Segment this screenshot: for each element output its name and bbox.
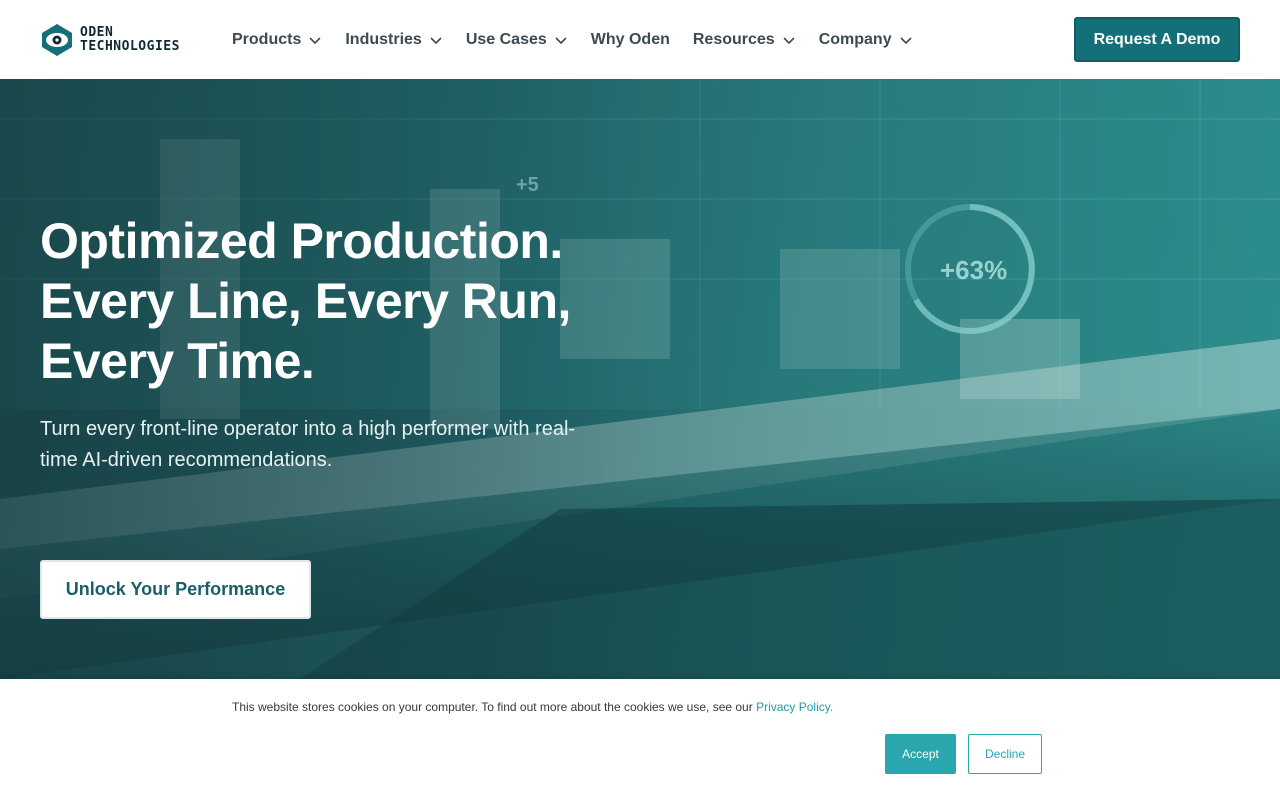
side-readout: +5 [516, 174, 539, 196]
nav-company-label: Company [818, 30, 892, 48]
oden-logo[interactable]: ODEN TECHNOLOGIES [40, 22, 200, 58]
hero-headline: Optimized Production. Every Line, Every … [40, 211, 660, 391]
nav-company[interactable]: Company [819, 31, 913, 49]
cookie-accept-button[interactable]: Accept [885, 734, 956, 774]
cookie-decline-button[interactable]: Decline [968, 734, 1042, 774]
chevron-down-icon [309, 36, 321, 44]
nav-industries[interactable]: Industries [345, 31, 442, 49]
privacy-policy-link[interactable]: Privacy Policy. [756, 700, 833, 714]
nav-products[interactable]: Products [232, 31, 322, 49]
hero-headline-line3: Every Time. [40, 333, 315, 389]
unlock-performance-button[interactable]: Unlock Your Performance [40, 560, 311, 619]
chevron-down-icon [430, 36, 442, 44]
nav-use-cases[interactable]: Use Cases [466, 31, 568, 49]
site-header: ODEN TECHNOLOGIES Products Industries Us… [0, 0, 1280, 79]
nav-products-label: Products [232, 30, 302, 48]
main-nav: Products Industries Use Cases Why Oden R… [232, 0, 936, 79]
chevron-down-icon [900, 36, 912, 44]
nav-industries-label: Industries [345, 30, 422, 48]
logo-line2: TECHNOLOGIES [80, 39, 180, 54]
logo-line1: ODEN [80, 25, 114, 40]
oden-eye-logo-icon [42, 24, 72, 56]
gauge-readout: +63% [940, 255, 1007, 285]
hero-headline-line1: Optimized Production. [40, 213, 563, 269]
hero-subtitle: Turn every front-line operator into a hi… [40, 418, 576, 471]
cookie-message: This website stores cookies on your comp… [232, 700, 833, 714]
hero-section: +63% +5 Optimized Production. Every Line… [0, 79, 1280, 679]
nav-why-oden-label: Why Oden [590, 30, 670, 48]
logo-wordmark: ODEN TECHNOLOGIES [80, 26, 180, 54]
nav-resources-label: Resources [692, 30, 775, 48]
request-demo-button[interactable]: Request A Demo [1074, 17, 1240, 62]
cookie-message-text: This website stores cookies on your comp… [232, 700, 757, 714]
nav-why-oden[interactable]: Why Oden [591, 31, 670, 49]
hero-headline-line2: Every Line, Every Run, [40, 273, 571, 329]
cookie-banner: This website stores cookies on your comp… [0, 679, 1280, 800]
chevron-down-icon [783, 36, 795, 44]
chevron-down-icon [555, 36, 567, 44]
nav-resources[interactable]: Resources [693, 31, 796, 49]
nav-use-cases-label: Use Cases [465, 30, 547, 48]
